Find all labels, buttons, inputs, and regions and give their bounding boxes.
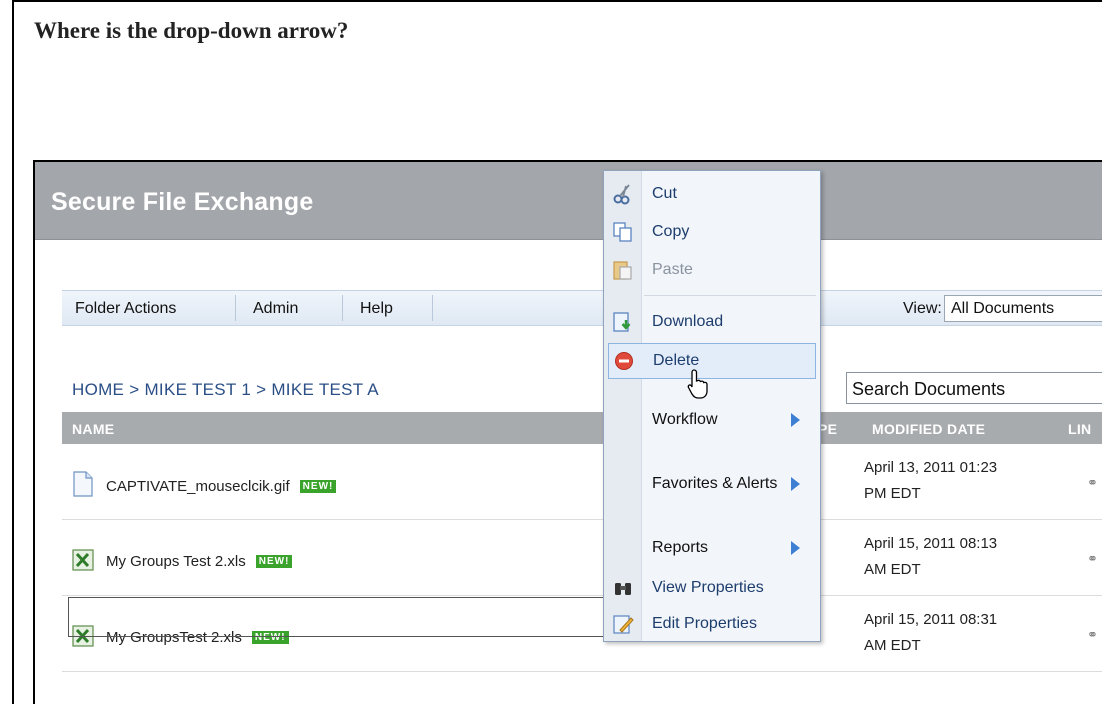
column-name[interactable]: NAME [72, 421, 114, 437]
new-badge: NEW! [255, 555, 293, 568]
download-icon [613, 312, 631, 332]
menu-separator [235, 295, 236, 321]
pencil-icon [613, 615, 634, 634]
modified-date-line2: AM EDT [864, 637, 921, 654]
modified-date-line1: April 15, 2011 08:31 [864, 611, 998, 628]
submenu-arrow-icon [791, 477, 800, 491]
context-item-label: Reports [652, 539, 709, 556]
context-item-delete[interactable]: Delete [608, 343, 816, 379]
question-heading: Where is the drop-down arrow? [34, 18, 349, 43]
table-row[interactable]: My Groups Test 2.xls NEW! April 15, 2011 … [62, 521, 1102, 596]
file-name-text: CAPTIVATE_mouseclcik.gif [106, 478, 290, 495]
file-name[interactable]: My Groups Test 2.xls NEW! [106, 553, 293, 570]
menu-separator [432, 295, 433, 321]
context-item-view-properties[interactable]: View Properties [604, 571, 820, 607]
context-item-label: Edit Properties [652, 615, 757, 632]
app-header: Secure File Exchange [35, 162, 1102, 240]
modified-date: April 13, 2011 01:23 PM EDT [864, 455, 997, 507]
document-icon [73, 471, 93, 497]
context-item-copy[interactable]: Copy [604, 215, 820, 251]
hand-cursor-icon [687, 369, 708, 399]
delete-icon [615, 352, 633, 370]
context-item-paste[interactable]: Paste [604, 253, 820, 289]
modified-date-line1: April 15, 2011 08:13 [864, 535, 998, 552]
context-item-cut[interactable]: Cut [604, 177, 820, 213]
binoculars-icon [615, 583, 631, 595]
context-item-label: View Properties [652, 579, 764, 596]
menubar: Folder Actions Admin Help View: All Docu… [62, 290, 1102, 326]
context-item-label: Copy [652, 223, 690, 240]
link-icon[interactable]: ⚭ [1087, 475, 1098, 491]
column-link[interactable]: LIN [1068, 421, 1091, 437]
column-modified-date[interactable]: MODIFIED DATE [872, 421, 985, 437]
modified-date: April 15, 2011 08:13 AM EDT [864, 531, 997, 583]
selected-row-outline [68, 597, 619, 637]
menu-help[interactable]: Help [360, 300, 393, 318]
modified-date-line1: April 13, 2011 01:23 [864, 459, 998, 476]
app-title: Secure File Exchange [51, 188, 314, 216]
new-badge: NEW! [299, 480, 337, 493]
context-item-label: Workflow [652, 411, 718, 428]
context-item-label: Download [652, 313, 724, 330]
context-item-label: Cut [652, 185, 677, 202]
search-input[interactable]: Search Documents [846, 372, 1102, 404]
submenu-arrow-icon [791, 541, 800, 555]
table-row[interactable]: CAPTIVATE_mouseclcik.gif NEW! April 13, 2… [62, 445, 1102, 520]
table-header: NAME PE MODIFIED DATE LIN [62, 412, 1102, 444]
context-item-favorites-alerts[interactable]: Favorites & Alerts [604, 467, 820, 503]
menu-folder-actions[interactable]: Folder Actions [75, 300, 176, 318]
context-item-workflow[interactable]: Workflow [604, 403, 820, 439]
menu-admin[interactable]: Admin [253, 300, 298, 318]
view-label: View: [903, 300, 942, 317]
file-name[interactable]: CAPTIVATE_mouseclcik.gif NEW! [106, 478, 337, 495]
context-separator [644, 295, 816, 296]
copy-icon [613, 222, 632, 242]
breadcrumb[interactable]: HOME > MIKE TEST 1 > MIKE TEST A [72, 380, 379, 400]
file-name-text: My Groups Test 2.xls [106, 553, 246, 570]
menu-separator [342, 295, 343, 321]
submenu-arrow-icon [791, 413, 800, 427]
context-item-label: Favorites & Alerts [652, 475, 778, 492]
context-item-edit-properties[interactable]: Edit Properties [604, 607, 820, 643]
link-icon[interactable]: ⚭ [1087, 551, 1098, 567]
view-select[interactable]: All Documents [944, 295, 1102, 322]
scissors-icon [613, 184, 630, 205]
excel-icon [72, 549, 94, 571]
modified-date-line2: AM EDT [864, 561, 921, 578]
context-menu: Cut Copy Paste Download Delete Workflow … [603, 170, 821, 642]
modified-date: April 15, 2011 08:31 AM EDT [864, 607, 997, 659]
context-item-label: Paste [652, 261, 693, 278]
app-screenshot: Secure File Exchange Folder Actions Admi… [33, 160, 1102, 704]
link-icon[interactable]: ⚭ [1087, 627, 1098, 643]
modified-date-line2: PM EDT [864, 485, 921, 502]
paste-icon [613, 261, 632, 280]
context-item-download[interactable]: Download [604, 305, 820, 341]
context-item-reports[interactable]: Reports [604, 531, 820, 567]
